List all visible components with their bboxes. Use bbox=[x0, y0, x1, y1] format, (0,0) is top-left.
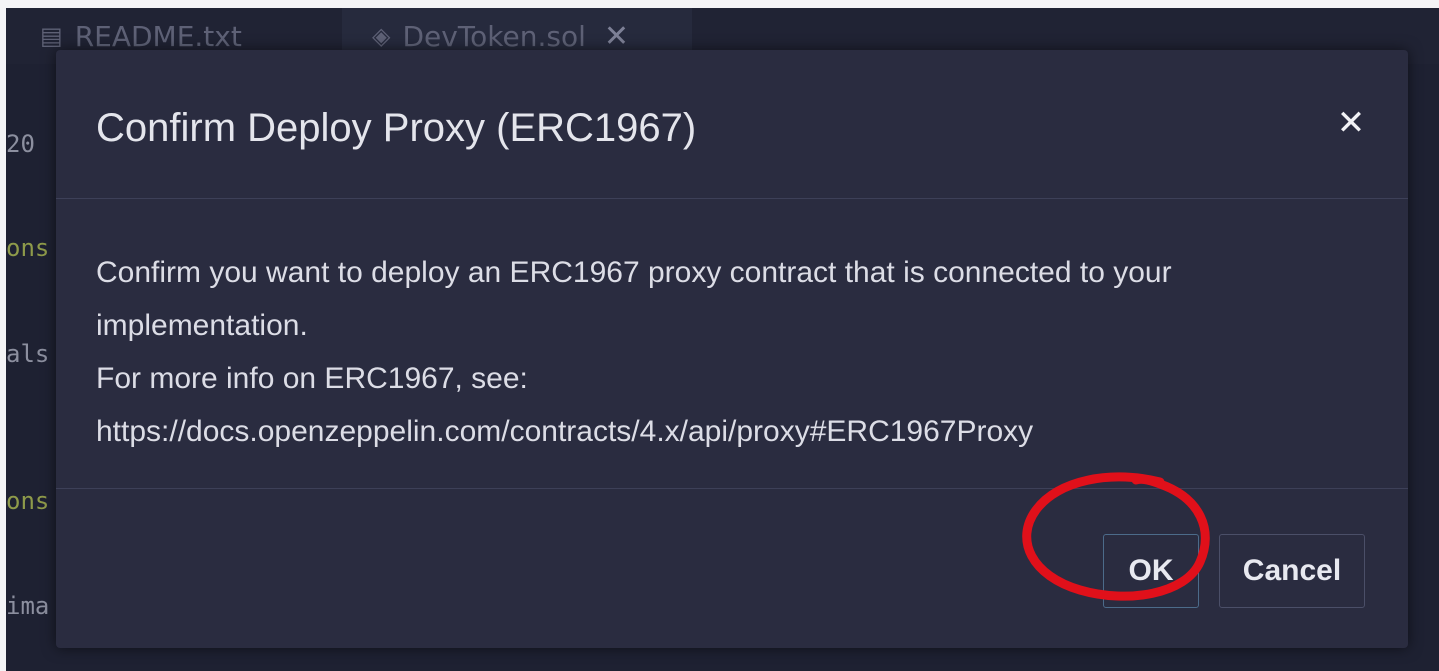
code-fragment: ons bbox=[6, 234, 50, 262]
editor-window: ▤ README.txt ◈ DevToken.sol ✕ 20 ons als… bbox=[0, 0, 1439, 671]
left-edge bbox=[0, 0, 6, 671]
top-edge bbox=[0, 0, 1439, 8]
tab-label: README.txt bbox=[74, 19, 242, 53]
docs-link[interactable]: https://docs.openzeppelin.com/contracts/… bbox=[96, 405, 1386, 458]
file-text-icon: ▤ bbox=[40, 22, 63, 50]
dialog-header: Confirm Deploy Proxy (ERC1967) ✕ bbox=[56, 50, 1408, 199]
code-fragment: ons bbox=[6, 487, 50, 515]
body-text-line: For more info on ERC1967, see: bbox=[96, 362, 528, 395]
code-fragment: ima bbox=[6, 592, 50, 620]
close-icon[interactable]: ✕ bbox=[1326, 98, 1376, 148]
dialog-title: Confirm Deploy Proxy (ERC1967) bbox=[96, 106, 697, 150]
dialog-body: Confirm you want to deploy an ERC1967 pr… bbox=[96, 246, 1386, 458]
body-text-line: Confirm you want to deploy an ERC1967 pr… bbox=[96, 256, 1172, 289]
confirm-deploy-proxy-dialog: Confirm Deploy Proxy (ERC1967) ✕ Confirm… bbox=[56, 50, 1408, 648]
solidity-file-icon: ◈ bbox=[372, 22, 391, 50]
code-fragment: als bbox=[6, 340, 50, 368]
code-fragment: 20 bbox=[6, 130, 35, 158]
ok-button[interactable]: OK bbox=[1103, 534, 1199, 608]
tab-label: DevToken.sol bbox=[402, 19, 586, 53]
dialog-footer: OK Cancel bbox=[56, 488, 1408, 649]
body-text-line: implementation. bbox=[96, 309, 308, 342]
cancel-button[interactable]: Cancel bbox=[1219, 534, 1365, 608]
close-tab-icon[interactable]: ✕ bbox=[604, 19, 629, 54]
